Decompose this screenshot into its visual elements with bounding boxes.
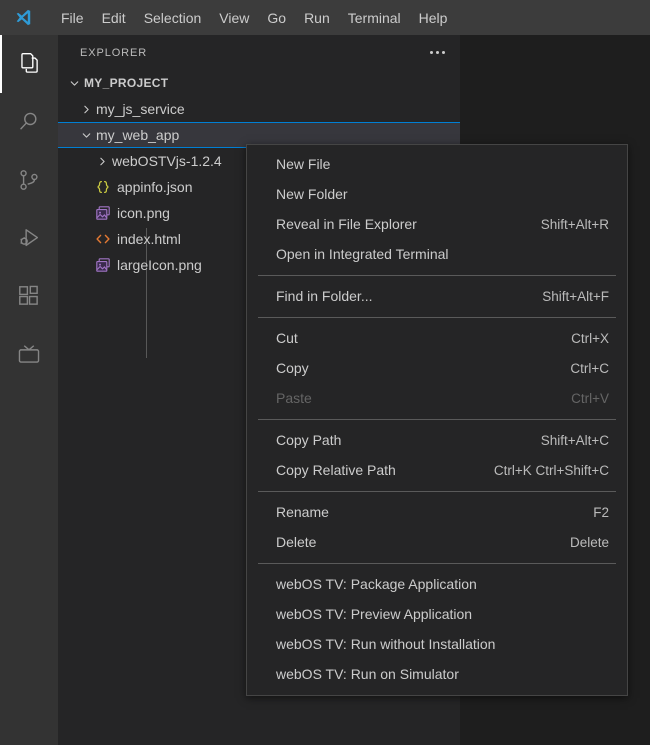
context-menu-item-copy-path[interactable]: Copy Path Shift+Alt+C xyxy=(247,425,627,455)
context-menu-item-reveal-in-file-explorer[interactable]: Reveal in File Explorer Shift+Alt+R xyxy=(247,209,627,239)
image-file-icon xyxy=(94,204,112,222)
menu-terminal[interactable]: Terminal xyxy=(339,5,410,31)
vscode-logo-icon xyxy=(8,0,38,35)
menu-item-label: Copy Relative Path xyxy=(276,462,396,478)
activity-item-search[interactable] xyxy=(0,93,58,151)
menu-run[interactable]: Run xyxy=(295,5,339,31)
context-menu-item-find-in-folder[interactable]: Find in Folder... Shift+Alt+F xyxy=(247,281,627,311)
activity-item-webos-tv[interactable] xyxy=(0,325,58,383)
menu-edit[interactable]: Edit xyxy=(93,5,135,31)
menu-separator xyxy=(258,491,616,492)
context-menu-item-new-folder[interactable]: New Folder xyxy=(247,179,627,209)
activity-item-source-control[interactable] xyxy=(0,151,58,209)
menu-item-label: Rename xyxy=(276,504,329,520)
chevron-down-icon[interactable] xyxy=(66,75,82,91)
menu-separator xyxy=(258,563,616,564)
context-menu-item-rename[interactable]: Rename F2 xyxy=(247,497,627,527)
menu-item-shortcut: Ctrl+K Ctrl+Shift+C xyxy=(493,462,609,478)
menu-item-label: New Folder xyxy=(276,186,348,202)
activity-item-run-and-debug[interactable] xyxy=(0,209,58,267)
panel-title: EXPLORER xyxy=(80,46,148,59)
menu-item-label: Delete xyxy=(276,534,317,550)
menu-item-label: webOS TV: Run without Installation xyxy=(276,636,496,652)
menu-separator xyxy=(258,275,616,276)
menu-view[interactable]: View xyxy=(210,5,258,31)
tree-label: largeIcon.png xyxy=(117,257,202,273)
menu-item-shortcut: Delete xyxy=(569,534,609,550)
image-file-icon xyxy=(94,256,112,274)
title-bar: File Edit Selection View Go Run Terminal… xyxy=(0,0,650,35)
tree-row-my-js-service[interactable]: my_js_service xyxy=(58,96,460,122)
context-menu: New File New Folder Reveal in File Explo… xyxy=(246,144,628,696)
menu-item-label: Copy xyxy=(276,360,309,376)
context-menu-item-webos-preview-application[interactable]: webOS TV: Preview Application xyxy=(247,599,627,629)
context-menu-item-new-file[interactable]: New File xyxy=(247,149,627,179)
context-menu-item-paste: Paste Ctrl+V xyxy=(247,383,627,413)
context-menu-item-webos-run-without-installation[interactable]: webOS TV: Run without Installation xyxy=(247,629,627,659)
context-menu-item-copy[interactable]: Copy Ctrl+C xyxy=(247,353,627,383)
tree-label: index.html xyxy=(117,231,181,247)
menu-item-shortcut: Ctrl+V xyxy=(571,390,609,406)
menu-item-shortcut: Shift+Alt+F xyxy=(542,288,609,304)
chevron-right-icon[interactable] xyxy=(78,101,94,117)
menu-item-label: webOS TV: Preview Application xyxy=(276,606,473,622)
menu-separator xyxy=(258,317,616,318)
menu-go[interactable]: Go xyxy=(258,5,295,31)
context-menu-item-copy-relative-path[interactable]: Copy Relative Path Ctrl+K Ctrl+Shift+C xyxy=(247,455,627,485)
context-menu-item-delete[interactable]: Delete Delete xyxy=(247,527,627,557)
menu-item-label: webOS TV: Package Application xyxy=(276,576,477,592)
tv-icon xyxy=(16,341,42,367)
tree-row-my-project[interactable]: MY_PROJECT xyxy=(58,70,460,96)
vscode-window: File Edit Selection View Go Run Terminal… xyxy=(0,0,650,745)
menu-item-label: Open in Integrated Terminal xyxy=(276,246,449,262)
menu-file[interactable]: File xyxy=(52,5,93,31)
menu-item-label: Paste xyxy=(276,390,312,406)
context-menu-item-open-in-integrated-terminal[interactable]: Open in Integrated Terminal xyxy=(247,239,627,269)
chevron-right-icon[interactable] xyxy=(94,153,110,169)
tree-label: appinfo.json xyxy=(117,179,193,195)
activity-bar xyxy=(0,35,58,745)
menu-item-shortcut: Ctrl+C xyxy=(570,360,609,376)
menu-item-label: webOS TV: Run on Simulator xyxy=(276,666,459,682)
context-menu-item-webos-package-application[interactable]: webOS TV: Package Application xyxy=(247,569,627,599)
chevron-down-icon[interactable] xyxy=(78,127,94,143)
activity-item-extensions[interactable] xyxy=(0,267,58,325)
menu-item-shortcut: Shift+Alt+C xyxy=(540,432,609,448)
menu-item-label: Find in Folder... xyxy=(276,288,373,304)
menu-item-shortcut: Ctrl+X xyxy=(571,330,609,346)
tree-label: webOSTVjs-1.2.4 xyxy=(112,153,222,169)
tree-label: my_web_app xyxy=(96,127,180,143)
context-menu-item-cut[interactable]: Cut Ctrl+X xyxy=(247,323,627,353)
tree-label: my_js_service xyxy=(96,101,185,117)
sidebar-header: EXPLORER xyxy=(58,35,460,70)
menu-item-label: Copy Path xyxy=(276,432,342,448)
source-control-icon xyxy=(16,167,42,193)
menu-item-label: Reveal in File Explorer xyxy=(276,216,417,232)
menu-item-shortcut: Shift+Alt+R xyxy=(540,216,609,232)
tree-label: icon.png xyxy=(117,205,170,221)
menu-bar: File Edit Selection View Go Run Terminal… xyxy=(52,5,456,31)
run-and-debug-icon xyxy=(16,225,43,252)
menu-help[interactable]: Help xyxy=(410,5,457,31)
json-file-icon xyxy=(94,178,112,196)
menu-item-shortcut: F2 xyxy=(593,504,609,520)
menu-item-label: Cut xyxy=(276,330,298,346)
files-explorer-icon xyxy=(16,51,42,77)
search-icon xyxy=(16,109,42,135)
menu-selection[interactable]: Selection xyxy=(135,5,211,31)
activity-item-explorer[interactable] xyxy=(0,35,58,93)
menu-separator xyxy=(258,419,616,420)
html-file-icon xyxy=(94,230,112,248)
extensions-icon xyxy=(16,283,42,309)
menu-item-label: New File xyxy=(276,156,331,172)
context-menu-item-webos-run-on-simulator[interactable]: webOS TV: Run on Simulator xyxy=(247,659,627,689)
ellipsis-icon[interactable] xyxy=(427,47,448,58)
tree-label: MY_PROJECT xyxy=(84,76,169,90)
